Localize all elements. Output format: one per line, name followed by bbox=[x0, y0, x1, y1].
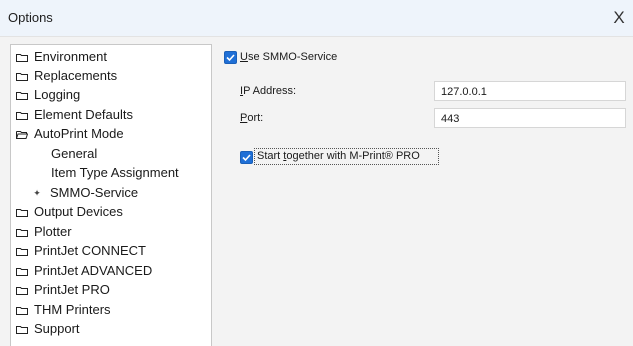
ip-address-label: IP Address: bbox=[240, 85, 296, 97]
tree-item-item-type-assignment[interactable]: Item Type Assignment bbox=[51, 163, 179, 182]
tree-item-thm-printers[interactable]: THM Printers bbox=[16, 300, 111, 319]
tree-item-label: Item Type Assignment bbox=[51, 165, 179, 180]
tree-item-label: AutoPrint Mode bbox=[34, 126, 124, 141]
tree-item-label: SMMO-Service bbox=[50, 185, 139, 200]
tree-item-element-defaults[interactable]: Element Defaults bbox=[16, 105, 133, 124]
folder-icon bbox=[16, 247, 28, 256]
port-label: Port: bbox=[240, 112, 263, 124]
tree-item-general[interactable]: General bbox=[51, 144, 97, 163]
window-title: Options bbox=[8, 10, 53, 25]
folder-icon bbox=[16, 72, 28, 81]
label-start: Start bbox=[257, 150, 284, 162]
folder-icon bbox=[16, 228, 28, 237]
label-rest: P Address: bbox=[243, 85, 297, 97]
folder-icon bbox=[16, 111, 28, 120]
tree-item-plotter[interactable]: Plotter bbox=[16, 222, 72, 241]
tree-item-label: Element Defaults bbox=[34, 107, 133, 122]
close-button[interactable]: X bbox=[605, 0, 633, 36]
folder-icon bbox=[16, 53, 28, 62]
folder-icon bbox=[16, 325, 28, 334]
use-smmo-service-label[interactable]: Use SMMO-Service bbox=[240, 51, 337, 63]
tree-item-label: Replacements bbox=[34, 68, 118, 83]
options-window: Options X Environment Replacements Loggi… bbox=[0, 0, 633, 346]
folder-icon bbox=[16, 286, 28, 295]
title-bar: Options X bbox=[0, 0, 633, 37]
tree-item-label: THM Printers bbox=[34, 302, 111, 317]
port-field[interactable]: 443 bbox=[434, 108, 626, 128]
checkmark-icon bbox=[242, 154, 251, 162]
tree-item-label: Plotter bbox=[34, 224, 72, 239]
tree-item-logging[interactable]: Logging bbox=[16, 85, 80, 104]
smmo-service-panel: Use SMMO-Service IP Address: 127.0.0.1 P… bbox=[213, 44, 633, 346]
tree-item-printjet-advanced[interactable]: PrintJet ADVANCED bbox=[16, 261, 152, 280]
tree-item-environment[interactable]: Environment bbox=[16, 47, 107, 66]
tree-item-label: Output Devices bbox=[34, 204, 123, 219]
tree-item-label: PrintJet ADVANCED bbox=[34, 263, 153, 278]
folder-icon bbox=[16, 306, 28, 315]
folder-icon bbox=[16, 91, 28, 100]
checkmark-icon bbox=[226, 54, 235, 62]
tree-item-label: PrintJet CONNECT bbox=[34, 243, 146, 258]
tree-item-support[interactable]: Support bbox=[16, 319, 80, 338]
label-rest: ogether with M-Print® PRO bbox=[286, 150, 420, 162]
start-together-label[interactable]: Start together with M-Print® PRO bbox=[257, 150, 420, 162]
tree-item-smmo-service[interactable]: ✦ SMMO-Service bbox=[32, 183, 138, 202]
mnemonic-u: U bbox=[240, 51, 248, 63]
tree-item-autoprint-mode[interactable]: AutoPrint Mode bbox=[16, 124, 124, 143]
tree-item-output-devices[interactable]: Output Devices bbox=[16, 202, 123, 221]
use-smmo-service-checkbox[interactable] bbox=[224, 51, 237, 64]
tree-item-label: Environment bbox=[34, 49, 107, 64]
label-rest: ort: bbox=[247, 112, 264, 124]
tree-item-label: General bbox=[51, 146, 98, 161]
tree-item-label: Support bbox=[34, 321, 80, 336]
folder-icon bbox=[16, 208, 28, 217]
ip-address-field[interactable]: 127.0.0.1 bbox=[434, 81, 626, 101]
tree-item-label: Logging bbox=[34, 87, 81, 102]
tree-item-printjet-connect[interactable]: PrintJet CONNECT bbox=[16, 241, 146, 260]
folder-icon bbox=[16, 267, 28, 276]
start-together-checkbox[interactable] bbox=[240, 151, 253, 164]
folder-open-icon bbox=[16, 130, 28, 139]
options-tree[interactable]: Environment Replacements Logging Element… bbox=[10, 44, 212, 346]
tree-item-label: PrintJet PRO bbox=[34, 282, 110, 297]
tree-item-replacements[interactable]: Replacements bbox=[16, 66, 117, 85]
tree-item-printjet-pro[interactable]: PrintJet PRO bbox=[16, 280, 110, 299]
label-rest: se SMMO-Service bbox=[247, 51, 338, 63]
bullet-icon: ✦ bbox=[33, 188, 41, 198]
